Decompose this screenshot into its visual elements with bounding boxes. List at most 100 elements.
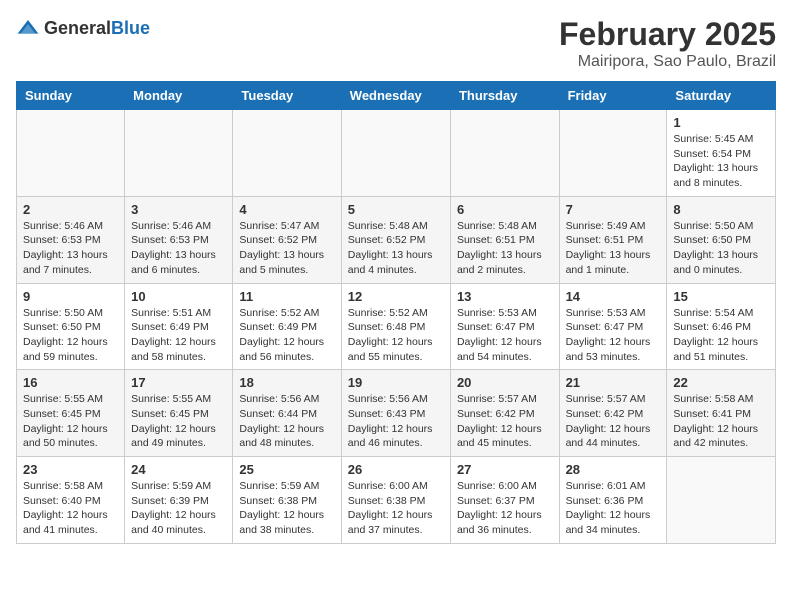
logo-general: General [44,18,111,38]
calendar-cell: 12Sunrise: 5:52 AM Sunset: 6:48 PM Dayli… [341,283,450,370]
calendar-cell: 15Sunrise: 5:54 AM Sunset: 6:46 PM Dayli… [667,283,776,370]
day-info: Sunrise: 5:55 AM Sunset: 6:45 PM Dayligh… [131,392,226,451]
day-info: Sunrise: 5:50 AM Sunset: 6:50 PM Dayligh… [23,306,118,365]
calendar-cell: 27 Sunrise: 6:00 AM Sunset: 6:37 PM Dayli… [450,457,559,544]
day-number: 9 [23,289,118,304]
calendar-week-row: 9 Sunrise: 5:50 AM Sunset: 6:50 PM Daylig… [17,283,776,370]
logo-text: GeneralBlue [44,18,150,39]
day-number: 20 [457,375,553,390]
location-title: Mairipora, Sao Paulo, Brazil [559,53,776,71]
day-info: Sunrise: 5:56 AM Sunset: 6:44 PM Dayligh… [239,392,334,451]
calendar-cell: 10 Sunrise: 5:51 AM Sunset: 6:49 PM Dayli… [125,283,233,370]
day-info: Sunrise: 5:57 AM Sunset: 6:42 PM Dayligh… [566,392,661,451]
day-info: Sunrise: 6:01 AM Sunset: 6:36 PM Dayligh… [566,479,661,538]
day-number: 3 [131,202,226,217]
calendar-cell: 7 Sunrise: 5:49 AM Sunset: 6:51 PM Daylig… [559,196,667,283]
day-info: Sunrise: 5:46 AM Sunset: 6:53 PM Dayligh… [23,219,118,278]
weekday-header: Friday [559,82,667,110]
day-number: 17 [131,375,226,390]
day-info: Sunrise: 5:59 AM Sunset: 6:38 PM Dayligh… [239,479,334,538]
calendar-cell [125,110,233,197]
day-info: Sunrise: 5:48 AM Sunset: 6:52 PM Dayligh… [348,219,444,278]
day-info: Sunrise: 5:51 AM Sunset: 6:49 PM Dayligh… [131,306,226,365]
calendar-cell: 25Sunrise: 5:59 AM Sunset: 6:38 PM Dayli… [233,457,341,544]
day-info: Sunrise: 5:58 AM Sunset: 6:40 PM Dayligh… [23,479,118,538]
day-info: Sunrise: 5:47 AM Sunset: 6:52 PM Dayligh… [239,219,334,278]
day-number: 27 [457,462,553,477]
day-number: 4 [239,202,334,217]
day-number: 10 [131,289,226,304]
title-area: February 2025 Mairipora, Sao Paulo, Braz… [559,16,776,71]
weekday-header: Thursday [450,82,559,110]
calendar-cell [233,110,341,197]
calendar-cell: 19 Sunrise: 5:56 AM Sunset: 6:43 PM Dayli… [341,370,450,457]
day-number: 18 [239,375,334,390]
calendar-week-row: 1Sunrise: 5:45 AM Sunset: 6:54 PM Daylig… [17,110,776,197]
calendar-cell: 9 Sunrise: 5:50 AM Sunset: 6:50 PM Daylig… [17,283,125,370]
day-number: 28 [566,462,661,477]
day-number: 16 [23,375,118,390]
day-info: Sunrise: 6:00 AM Sunset: 6:37 PM Dayligh… [457,479,553,538]
calendar-cell: 6 Sunrise: 5:48 AM Sunset: 6:51 PM Daylig… [450,196,559,283]
calendar-cell: 28 Sunrise: 6:01 AM Sunset: 6:36 PM Dayli… [559,457,667,544]
day-info: Sunrise: 5:55 AM Sunset: 6:45 PM Dayligh… [23,392,118,451]
calendar-cell: 21 Sunrise: 5:57 AM Sunset: 6:42 PM Dayli… [559,370,667,457]
day-number: 21 [566,375,661,390]
day-info: Sunrise: 5:56 AM Sunset: 6:43 PM Dayligh… [348,392,444,451]
day-number: 11 [239,289,334,304]
calendar-table: SundayMondayTuesdayWednesdayThursdayFrid… [16,81,776,544]
calendar-cell: 5 Sunrise: 5:48 AM Sunset: 6:52 PM Daylig… [341,196,450,283]
day-info: Sunrise: 5:58 AM Sunset: 6:41 PM Dayligh… [673,392,769,451]
day-info: Sunrise: 5:49 AM Sunset: 6:51 PM Dayligh… [566,219,661,278]
calendar-cell: 2 Sunrise: 5:46 AM Sunset: 6:53 PM Daylig… [17,196,125,283]
calendar-week-row: 23 Sunrise: 5:58 AM Sunset: 6:40 PM Dayli… [17,457,776,544]
day-number: 24 [131,462,226,477]
weekday-header: Tuesday [233,82,341,110]
day-number: 15 [673,289,769,304]
weekday-header: Saturday [667,82,776,110]
calendar-cell: 24 Sunrise: 5:59 AM Sunset: 6:39 PM Dayli… [125,457,233,544]
day-info: Sunrise: 5:59 AM Sunset: 6:39 PM Dayligh… [131,479,226,538]
day-info: Sunrise: 5:52 AM Sunset: 6:49 PM Dayligh… [239,306,334,365]
day-number: 6 [457,202,553,217]
calendar-cell [667,457,776,544]
calendar-cell: 11 Sunrise: 5:52 AM Sunset: 6:49 PM Dayli… [233,283,341,370]
month-title: February 2025 [559,16,776,53]
day-number: 8 [673,202,769,217]
day-info: Sunrise: 6:00 AM Sunset: 6:38 PM Dayligh… [348,479,444,538]
calendar-cell [450,110,559,197]
weekday-header: Sunday [17,82,125,110]
day-info: Sunrise: 5:45 AM Sunset: 6:54 PM Dayligh… [673,132,769,191]
calendar-cell: 14Sunrise: 5:53 AM Sunset: 6:47 PM Dayli… [559,283,667,370]
logo-blue: Blue [111,18,150,38]
day-info: Sunrise: 5:57 AM Sunset: 6:42 PM Dayligh… [457,392,553,451]
day-number: 2 [23,202,118,217]
day-number: 7 [566,202,661,217]
calendar-week-row: 2 Sunrise: 5:46 AM Sunset: 6:53 PM Daylig… [17,196,776,283]
calendar-cell: 13 Sunrise: 5:53 AM Sunset: 6:47 PM Dayli… [450,283,559,370]
day-number: 23 [23,462,118,477]
calendar-cell: 26 Sunrise: 6:00 AM Sunset: 6:38 PM Dayli… [341,457,450,544]
day-number: 19 [348,375,444,390]
day-info: Sunrise: 5:50 AM Sunset: 6:50 PM Dayligh… [673,219,769,278]
day-info: Sunrise: 5:53 AM Sunset: 6:47 PM Dayligh… [457,306,553,365]
day-info: Sunrise: 5:46 AM Sunset: 6:53 PM Dayligh… [131,219,226,278]
calendar-header-row: SundayMondayTuesdayWednesdayThursdayFrid… [17,82,776,110]
calendar-cell [341,110,450,197]
day-number: 13 [457,289,553,304]
page-header: GeneralBlue February 2025 Mairipora, Sao… [16,16,776,71]
calendar-week-row: 16 Sunrise: 5:55 AM Sunset: 6:45 PM Dayli… [17,370,776,457]
weekday-header: Wednesday [341,82,450,110]
calendar-cell [559,110,667,197]
calendar-cell: 3 Sunrise: 5:46 AM Sunset: 6:53 PM Daylig… [125,196,233,283]
logo: GeneralBlue [16,16,150,40]
logo-icon [16,16,40,40]
day-number: 12 [348,289,444,304]
day-number: 5 [348,202,444,217]
calendar-cell [17,110,125,197]
day-info: Sunrise: 5:48 AM Sunset: 6:51 PM Dayligh… [457,219,553,278]
day-number: 26 [348,462,444,477]
calendar-cell: 4 Sunrise: 5:47 AM Sunset: 6:52 PM Daylig… [233,196,341,283]
calendar-cell: 8 Sunrise: 5:50 AM Sunset: 6:50 PM Daylig… [667,196,776,283]
calendar-cell: 17 Sunrise: 5:55 AM Sunset: 6:45 PM Dayli… [125,370,233,457]
